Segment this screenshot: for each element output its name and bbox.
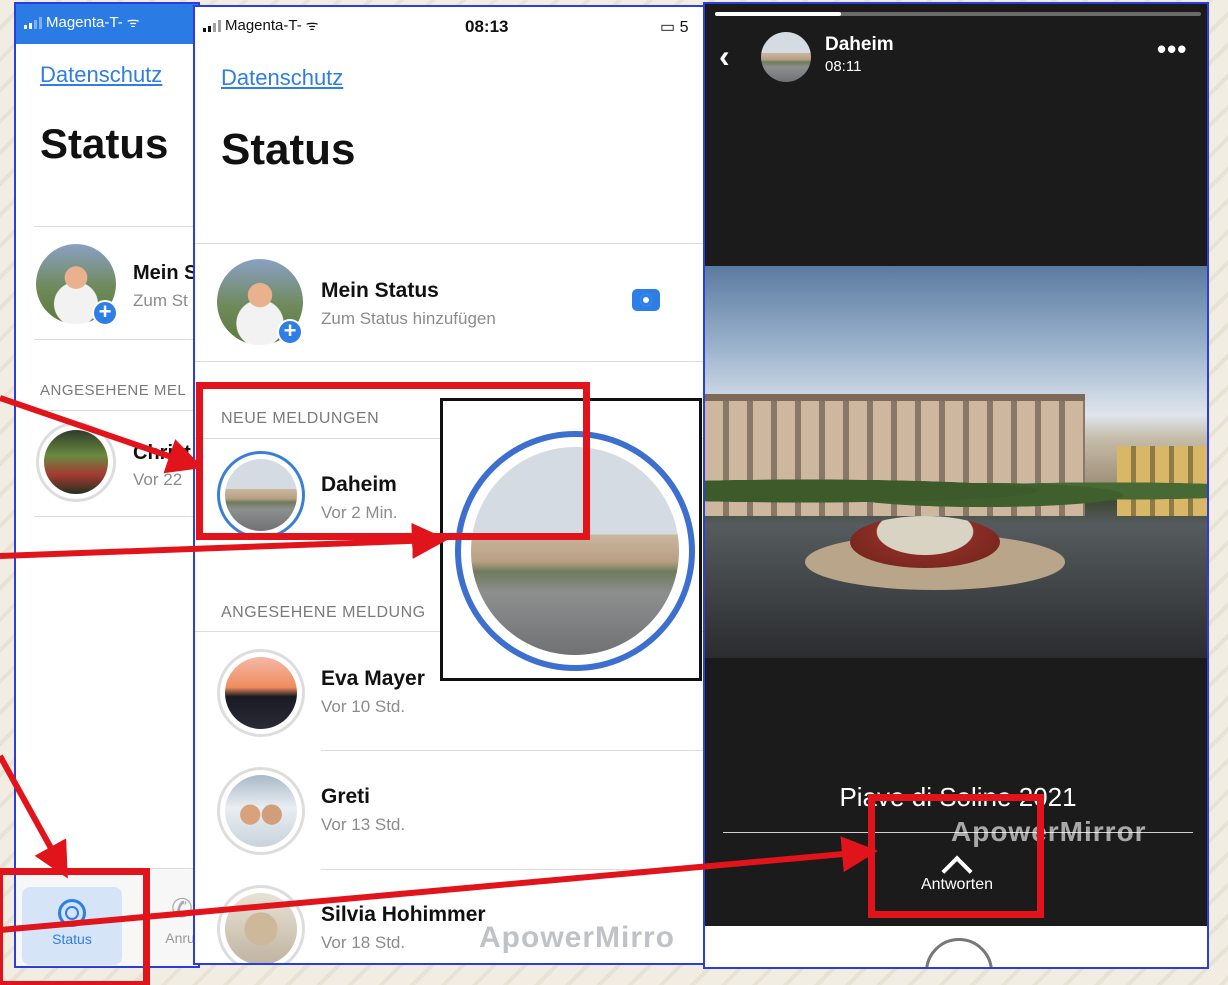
battery-level: 5 bbox=[679, 19, 689, 36]
status-bar: Magenta-T- ᯤ 08:13 ▭ 5 bbox=[195, 7, 711, 47]
divider bbox=[321, 750, 711, 751]
greti-ring[interactable] bbox=[217, 767, 305, 855]
camera-icon[interactable] bbox=[632, 289, 660, 311]
story-progress-fill bbox=[715, 12, 842, 16]
update-name: Eva Mayer bbox=[321, 667, 425, 690]
my-status-subtitle: Zum Status hinzufügen bbox=[321, 309, 496, 328]
greti-avatar bbox=[225, 775, 297, 847]
carrier-label: Magenta-T- bbox=[46, 14, 123, 31]
privacy-link[interactable]: Datenschutz bbox=[40, 62, 162, 88]
divider bbox=[195, 361, 711, 362]
privacy-link[interactable]: Datenschutz bbox=[221, 65, 343, 91]
page-title: Status bbox=[221, 125, 356, 174]
story-progress-bar bbox=[715, 12, 1201, 16]
watermark: ApowerMirro bbox=[479, 921, 676, 954]
story-contact-name: Daheim bbox=[825, 34, 894, 55]
contact-ring[interactable] bbox=[36, 422, 116, 502]
status-bar: Magenta-T- ᯤ bbox=[16, 4, 198, 44]
divider bbox=[195, 243, 711, 244]
eva-ring[interactable] bbox=[217, 649, 305, 737]
silvia-ring[interactable] bbox=[217, 885, 305, 963]
section-viewed: ANGESEHENE MELDUNG bbox=[221, 604, 426, 621]
signal-icon bbox=[24, 16, 42, 29]
story-time: 08:11 bbox=[825, 58, 862, 75]
section-viewed: ANGESEHENE MEL bbox=[40, 382, 187, 399]
divider bbox=[34, 226, 198, 227]
bottom-bar bbox=[705, 926, 1207, 967]
highlight-reply bbox=[868, 794, 1044, 918]
eva-avatar bbox=[225, 657, 297, 729]
silvia-avatar bbox=[225, 893, 297, 963]
divider bbox=[34, 339, 198, 340]
my-status-subtitle: Zum St bbox=[133, 291, 188, 310]
clock: 08:13 bbox=[465, 17, 509, 36]
update-subtitle: Vor 10 Std. bbox=[321, 697, 406, 716]
add-status-icon[interactable]: + bbox=[92, 300, 118, 326]
my-status-name: Mein S bbox=[133, 262, 198, 284]
divider bbox=[34, 516, 198, 517]
contact-avatar bbox=[44, 430, 108, 494]
wifi-icon: ᯤ bbox=[126, 14, 140, 30]
highlight-new-update bbox=[196, 382, 590, 540]
update-name: Silvia Hohimmer bbox=[321, 903, 486, 926]
contact-name: Christ bbox=[133, 442, 191, 464]
highlight-status-tab bbox=[0, 868, 150, 985]
add-status-icon[interactable]: + bbox=[277, 319, 303, 345]
signal-icon bbox=[203, 19, 221, 32]
update-subtitle: Vor 18 Std. bbox=[321, 933, 406, 952]
photo-planter bbox=[850, 516, 1000, 568]
back-icon[interactable]: ‹ bbox=[719, 38, 730, 75]
story-photo bbox=[705, 266, 1207, 658]
update-subtitle: Vor 13 Std. bbox=[321, 815, 406, 834]
update-name: Greti bbox=[321, 785, 371, 808]
photo-trees bbox=[705, 471, 1207, 511]
screen-mirror-icon: ▭ bbox=[660, 19, 676, 36]
divider bbox=[34, 410, 198, 411]
carrier-label: Magenta-T- bbox=[225, 17, 302, 34]
more-icon[interactable]: ••• bbox=[1157, 34, 1187, 65]
left-phone-screen: Magenta-T- ᯤ Datenschutz Status + Mein S… bbox=[14, 2, 200, 968]
my-status-name: Mein Status bbox=[321, 279, 439, 302]
page-title: Status bbox=[40, 120, 169, 167]
home-indicator bbox=[925, 938, 993, 967]
wifi-icon: ᯤ bbox=[305, 17, 319, 33]
divider bbox=[321, 869, 711, 870]
story-avatar[interactable] bbox=[761, 32, 811, 82]
contact-subtitle: Vor 22 bbox=[133, 470, 183, 489]
